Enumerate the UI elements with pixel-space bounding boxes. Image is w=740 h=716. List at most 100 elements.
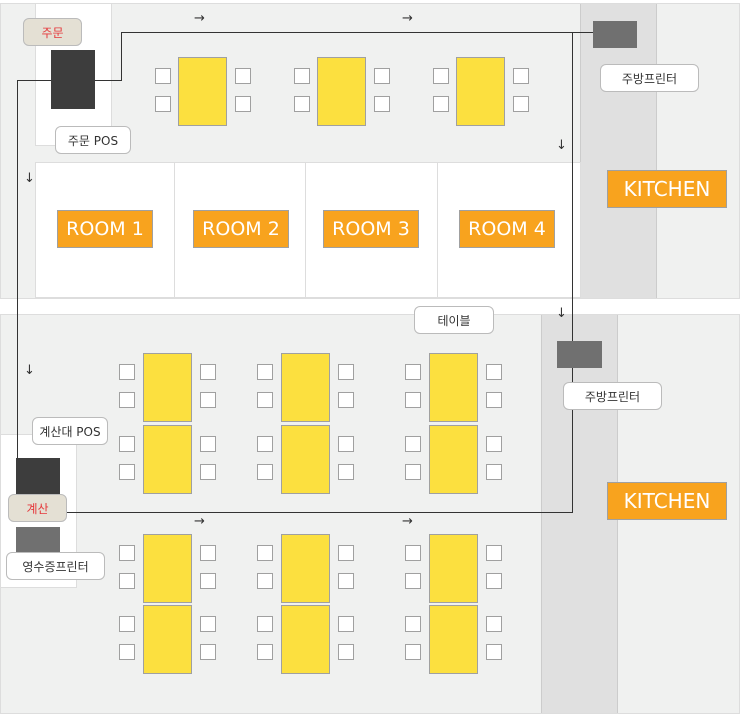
chair (338, 644, 354, 660)
table (281, 425, 330, 494)
chair (257, 436, 273, 452)
chair (513, 96, 529, 112)
chair (338, 436, 354, 452)
chair (433, 68, 449, 84)
chair (119, 364, 135, 380)
chair (257, 616, 273, 632)
chair (486, 436, 502, 452)
chair (433, 96, 449, 112)
chair (257, 392, 273, 408)
table (317, 57, 366, 126)
chair (405, 644, 421, 660)
chair (486, 464, 502, 480)
flow-arrow-right: → (194, 11, 205, 26)
chair (486, 545, 502, 561)
kitchen-printer-bottom-device (557, 341, 602, 368)
chair (374, 96, 390, 112)
flow-arrow-down: ↓ (556, 138, 567, 153)
table (429, 534, 478, 603)
flow-arrow-right: → (402, 514, 413, 529)
room-3: ROOM 3 (323, 210, 419, 248)
flow-arrow-down: ↓ (556, 306, 567, 321)
chair (257, 644, 273, 660)
kitchen-label-bottom: KITCHEN (607, 482, 727, 520)
chair (338, 545, 354, 561)
room-2: ROOM 2 (193, 210, 289, 248)
chair (486, 644, 502, 660)
chair (200, 464, 216, 480)
chair (405, 464, 421, 480)
flow-arrow-down: ↓ (24, 171, 35, 186)
chair (200, 545, 216, 561)
table (178, 57, 227, 126)
chair (294, 96, 310, 112)
chair (486, 392, 502, 408)
chair (338, 573, 354, 589)
kitchen-printer-top-device (593, 21, 637, 48)
chair (294, 68, 310, 84)
table (281, 534, 330, 603)
chair (405, 545, 421, 561)
chair (200, 644, 216, 660)
chair (338, 392, 354, 408)
flow-arrow-down: ↓ (24, 363, 35, 378)
chair (119, 545, 135, 561)
chair (405, 436, 421, 452)
chair (200, 616, 216, 632)
chair (200, 364, 216, 380)
chair (235, 96, 251, 112)
room-1: ROOM 1 (57, 210, 153, 248)
chair (119, 616, 135, 632)
table (143, 425, 192, 494)
flow-arrow-right: → (194, 514, 205, 529)
chair (486, 573, 502, 589)
chair (119, 392, 135, 408)
chair (405, 616, 421, 632)
kitchen-corridor-top (580, 4, 657, 298)
table (143, 353, 192, 422)
chair (119, 436, 135, 452)
chair (513, 68, 529, 84)
kitchen-label-top: KITCHEN (607, 170, 727, 208)
order-pos-bubble: 주문 POS (55, 126, 131, 154)
room-4: ROOM 4 (459, 210, 555, 248)
chair (235, 68, 251, 84)
chair (486, 616, 502, 632)
table (281, 605, 330, 674)
table (143, 534, 192, 603)
kitchen-printer-top-bubble: 주방프린터 (600, 64, 699, 92)
chair (257, 545, 273, 561)
flow-arrow-right: → (402, 11, 413, 26)
chair (155, 68, 171, 84)
chair (486, 364, 502, 380)
table (456, 57, 505, 126)
table-bubble: 테이블 (414, 306, 494, 334)
chair (338, 364, 354, 380)
checkout-pos-bubble: 계산대 POS (32, 417, 108, 445)
chair (200, 436, 216, 452)
chair (405, 364, 421, 380)
kitchen-printer-bottom-bubble: 주방프린터 (563, 382, 662, 410)
table (429, 425, 478, 494)
chair (200, 573, 216, 589)
chair (257, 364, 273, 380)
chair (374, 68, 390, 84)
table (429, 605, 478, 674)
chair (338, 616, 354, 632)
chair (405, 573, 421, 589)
chair (257, 464, 273, 480)
table (143, 605, 192, 674)
chair (155, 96, 171, 112)
chair (119, 644, 135, 660)
chair (405, 392, 421, 408)
order-bubble: 주문 (23, 18, 82, 46)
chair (119, 464, 135, 480)
order-pos-device (51, 50, 95, 109)
chair (119, 573, 135, 589)
checkout-bubble: 계산 (8, 494, 67, 522)
chair (257, 573, 273, 589)
receipt-printer-bubble: 영수증프린터 (6, 552, 105, 580)
checkout-pos-device (16, 458, 60, 498)
chair (200, 392, 216, 408)
chair (338, 464, 354, 480)
